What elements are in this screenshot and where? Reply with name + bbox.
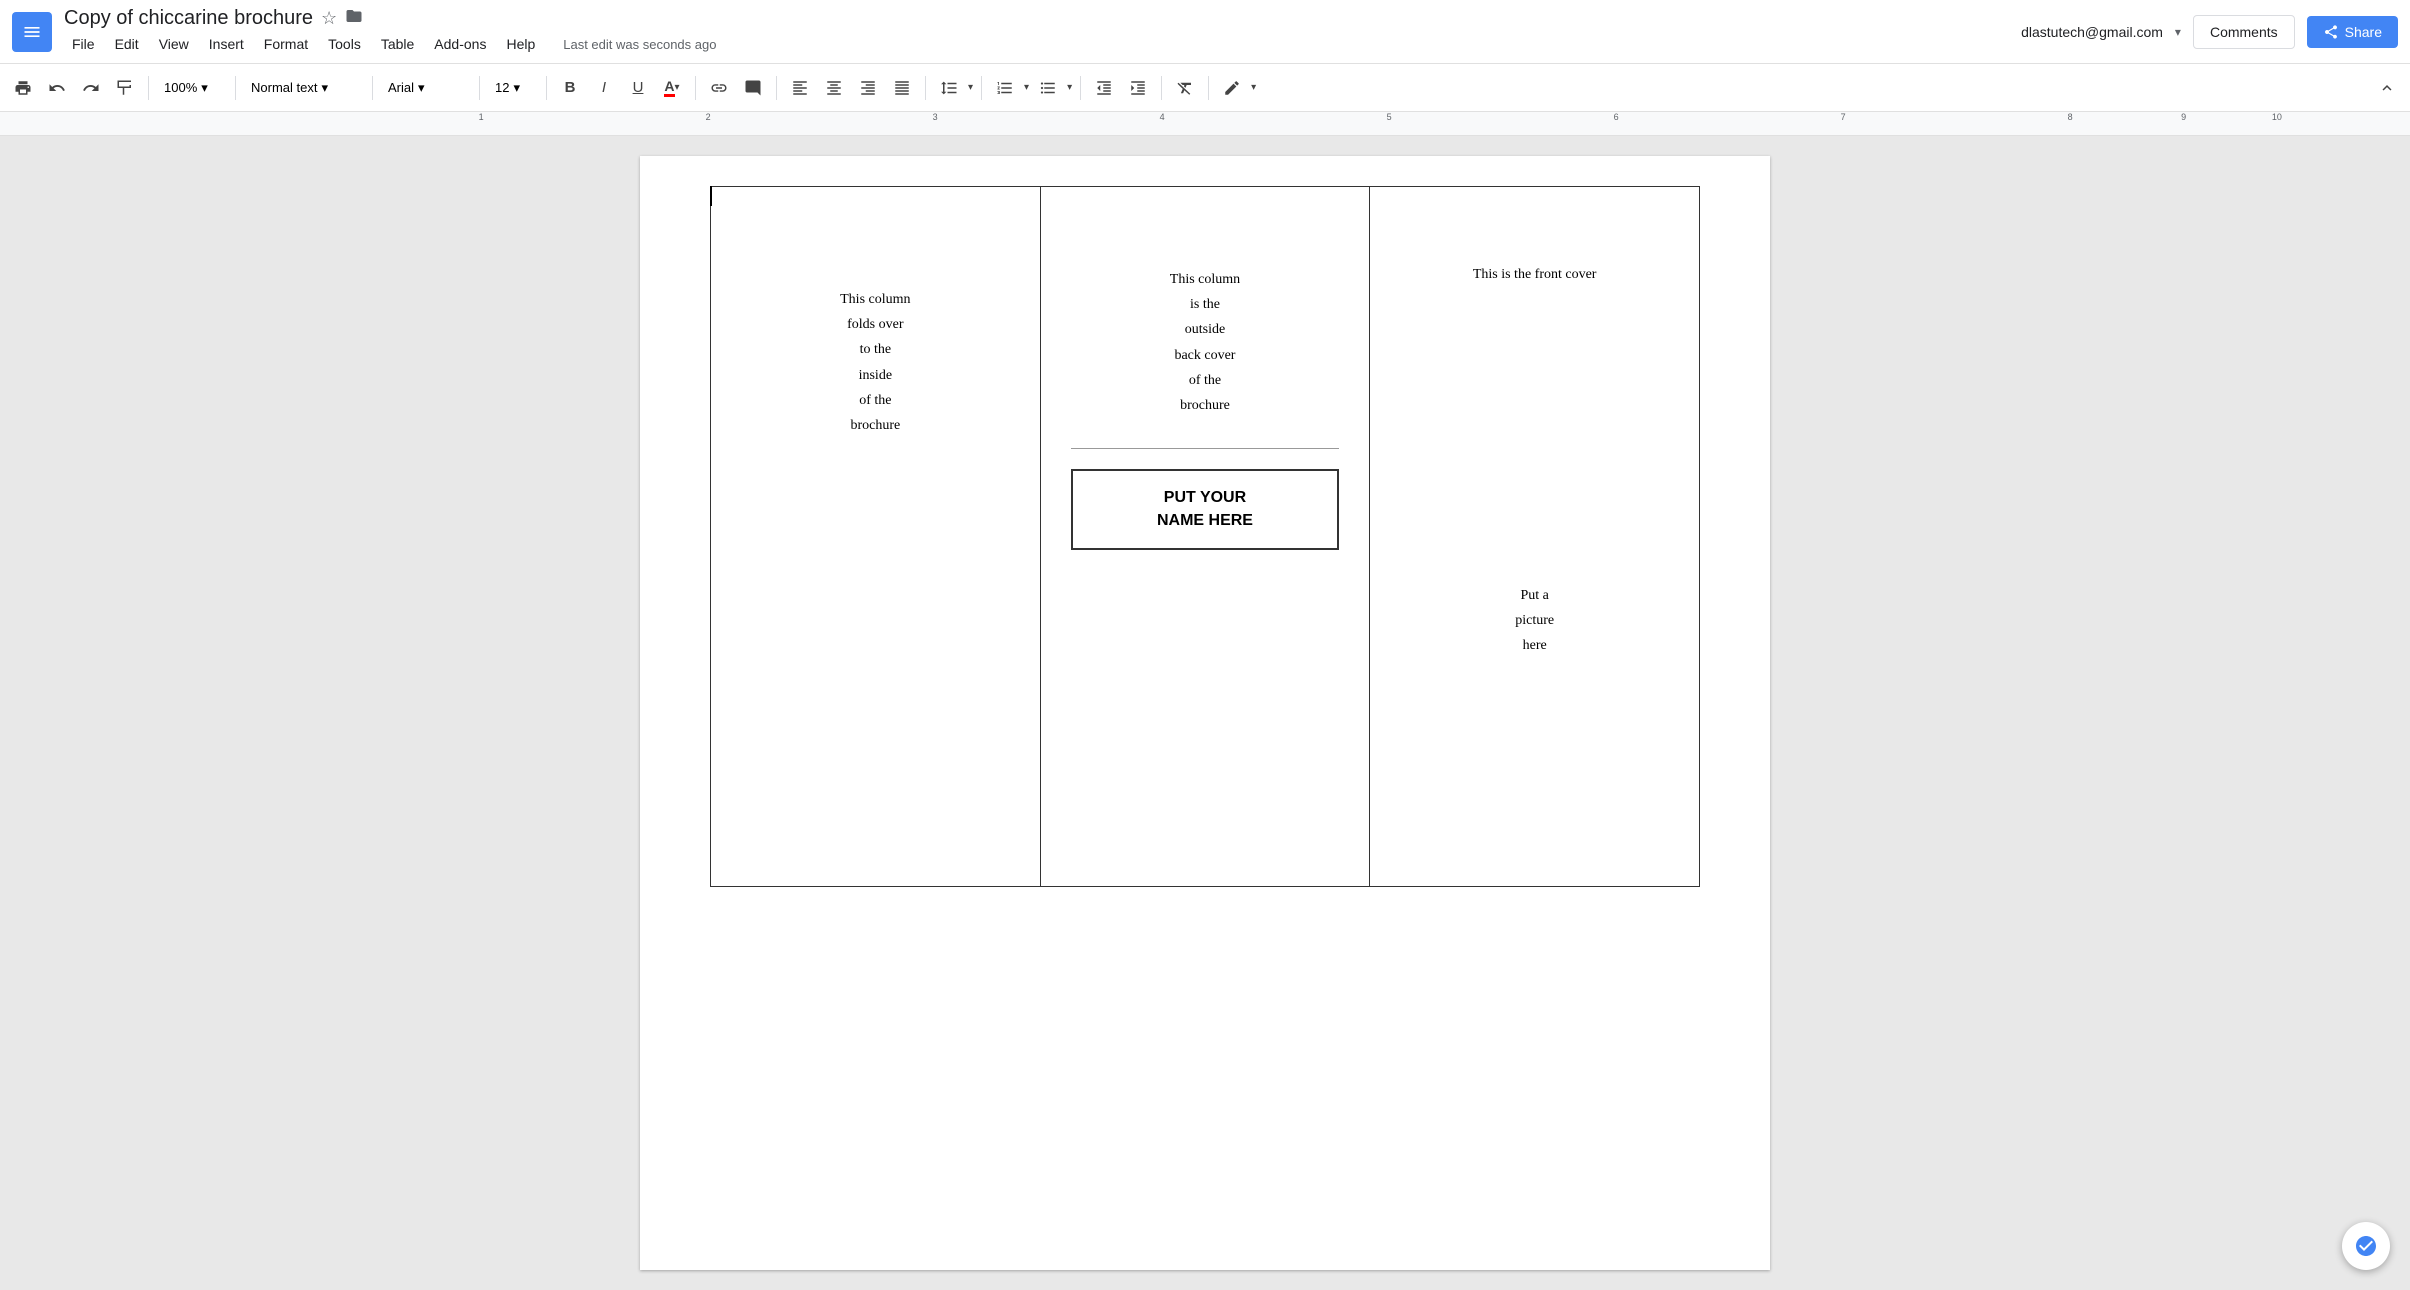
menu-insert[interactable]: Insert	[201, 32, 252, 56]
menu-tools[interactable]: Tools	[320, 32, 369, 56]
style-select[interactable]: Normal text ▾	[244, 75, 364, 101]
col-left-text: This column folds over to the inside of …	[726, 207, 1025, 438]
center-top-text: This column is the outside back cover of…	[1170, 207, 1240, 438]
link-button[interactable]	[704, 73, 734, 103]
content-area[interactable]: This column folds over to the inside of …	[0, 136, 2410, 1290]
menu-format[interactable]: Format	[256, 32, 316, 56]
decrease-indent-button[interactable]	[1089, 73, 1119, 103]
name-box-line2: NAME HERE	[1093, 510, 1318, 532]
doc-title-area: Copy of chiccarine brochure ☆ File Edit …	[64, 7, 2021, 56]
separator-10	[1080, 76, 1081, 100]
separator-3	[372, 76, 373, 100]
separator-6	[695, 76, 696, 100]
ruler: 1 2 3 4 5 6 7 8 9 10	[0, 112, 2410, 136]
col-center-cell[interactable]: This column is the outside back cover of…	[1040, 187, 1370, 887]
paint-format-button[interactable]	[110, 73, 140, 103]
underline-button[interactable]: U	[623, 73, 653, 103]
align-right-button[interactable]	[853, 73, 883, 103]
col-right-content: This is the front cover Put a picture he…	[1385, 207, 1684, 659]
separator-line	[1071, 448, 1340, 449]
text-cursor	[710, 186, 712, 206]
menu-bar: File Edit View Insert Format Tools Table…	[64, 32, 2021, 56]
brochure-table: This column folds over to the inside of …	[710, 186, 1700, 887]
align-center-button[interactable]	[819, 73, 849, 103]
top-right: dlastutech@gmail.com ▾ Comments Share	[2021, 15, 2398, 49]
top-bar: Copy of chiccarine brochure ☆ File Edit …	[0, 0, 2410, 64]
line-spacing-arrow: ▾	[968, 82, 973, 93]
folder-icon[interactable]	[345, 7, 363, 30]
menu-table[interactable]: Table	[373, 32, 422, 56]
doc-page: This column folds over to the inside of …	[640, 156, 1770, 1270]
bulleted-list-arrow: ▾	[1067, 82, 1072, 93]
col-center-content: This column is the outside back cover of…	[1056, 207, 1355, 550]
bulleted-list-button[interactable]	[1033, 73, 1063, 103]
collapse-button[interactable]	[2372, 73, 2402, 103]
italic-button[interactable]: I	[589, 73, 619, 103]
col-left-cell[interactable]: This column folds over to the inside of …	[711, 187, 1041, 887]
menu-file[interactable]: File	[64, 32, 103, 56]
separator-2	[235, 76, 236, 100]
align-left-button[interactable]	[785, 73, 815, 103]
last-edit-status: Last edit was seconds ago	[563, 37, 716, 52]
star-icon[interactable]: ☆	[321, 8, 337, 29]
name-box-line1: PUT YOUR	[1093, 487, 1318, 509]
text-color-button[interactable]: A ▾	[657, 73, 687, 103]
bold-button[interactable]: B	[555, 73, 585, 103]
clear-formatting-button[interactable]	[1170, 73, 1200, 103]
front-cover-text: This is the front cover	[1385, 267, 1684, 283]
col-right-cell[interactable]: This is the front cover Put a picture he…	[1370, 187, 1700, 887]
font-size-select[interactable]: 12 ▾	[488, 75, 538, 101]
ruler-inner: 1 2 3 4 5 6 7 8 9 10	[70, 112, 2340, 135]
redo-button[interactable]	[76, 73, 106, 103]
undo-button[interactable]	[42, 73, 72, 103]
name-box[interactable]: PUT YOUR NAME HERE	[1071, 469, 1340, 550]
menu-view[interactable]: View	[151, 32, 197, 56]
comments-button[interactable]: Comments	[2193, 15, 2295, 49]
draw-button[interactable]	[1217, 73, 1247, 103]
font-select[interactable]: Arial ▾	[381, 75, 471, 101]
numbered-list-button[interactable]	[990, 73, 1020, 103]
separator-9	[981, 76, 982, 100]
dropdown-arrow[interactable]: ▾	[2175, 25, 2181, 39]
separator-4	[479, 76, 480, 100]
share-button[interactable]: Share	[2307, 16, 2398, 48]
table-row: This column folds over to the inside of …	[711, 187, 1700, 887]
separator-7	[776, 76, 777, 100]
toolbar: 100% ▾ Normal text ▾ Arial ▾ 12 ▾ B I U …	[0, 64, 2410, 112]
line-spacing-button[interactable]	[934, 73, 964, 103]
menu-help[interactable]: Help	[498, 32, 543, 56]
menu-edit[interactable]: Edit	[107, 32, 147, 56]
menu-addons[interactable]: Add-ons	[426, 32, 494, 56]
separator-12	[1208, 76, 1209, 100]
separator-8	[925, 76, 926, 100]
separator-11	[1161, 76, 1162, 100]
draw-arrow: ▾	[1251, 82, 1256, 93]
separator-5	[546, 76, 547, 100]
app-icon[interactable]	[12, 12, 52, 52]
separator-1	[148, 76, 149, 100]
zoom-select[interactable]: 100% ▾	[157, 75, 227, 101]
increase-indent-button[interactable]	[1123, 73, 1153, 103]
comment-button[interactable]	[738, 73, 768, 103]
justify-button[interactable]	[887, 73, 917, 103]
print-button[interactable]	[8, 73, 38, 103]
doc-title: Copy of chiccarine brochure	[64, 7, 313, 30]
user-email: dlastutech@gmail.com	[2021, 24, 2163, 40]
numbered-list-arrow: ▾	[1024, 82, 1029, 93]
ai-assistant-button[interactable]	[2342, 1222, 2390, 1270]
picture-text: Put a picture here	[1385, 583, 1684, 659]
